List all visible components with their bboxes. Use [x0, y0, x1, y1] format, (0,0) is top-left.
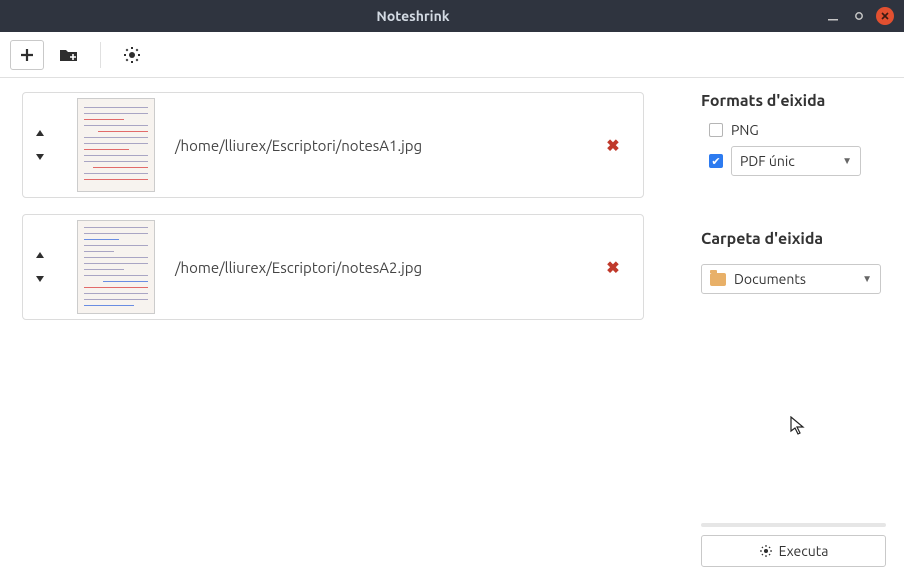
output-folder-dropdown[interactable]: Documents ▼: [701, 264, 881, 294]
formats-heading: Formats d'eixida: [701, 92, 886, 110]
chevron-down-icon: ▼: [842, 155, 852, 167]
pdf-checkbox[interactable]: ✔: [709, 154, 723, 168]
file-item: /home/lliurex/Escriptori/notesA1.jpg ✖: [22, 92, 644, 198]
chevron-down-icon: ▼: [862, 273, 872, 285]
file-path: /home/lliurex/Escriptori/notesA2.jpg: [175, 259, 581, 276]
settings-button[interactable]: [115, 40, 149, 70]
png-format-row: PNG: [709, 122, 886, 138]
minimize-button[interactable]: [824, 7, 842, 25]
output-folder-value: Documents: [734, 271, 862, 287]
pdf-dropdown-label: PDF únic: [740, 153, 842, 169]
file-thumbnail: [75, 217, 157, 317]
execute-label: Executa: [779, 543, 829, 559]
pdf-type-dropdown[interactable]: PDF únic ▼: [731, 146, 861, 176]
content-area: /home/lliurex/Escriptori/notesA1.jpg ✖ /…: [0, 78, 904, 581]
side-panel: Formats d'eixida PNG ✔ PDF únic ▼ Carpet…: [688, 78, 904, 581]
file-item: /home/lliurex/Escriptori/notesA2.jpg ✖: [22, 214, 644, 320]
png-checkbox[interactable]: [709, 123, 723, 137]
remove-file-button[interactable]: ✖: [599, 258, 627, 277]
titlebar: Noteshrink: [0, 0, 904, 32]
pdf-format-row: ✔ PDF únic ▼: [709, 146, 886, 176]
move-down-button[interactable]: [34, 150, 46, 162]
add-file-button[interactable]: [10, 40, 44, 70]
add-folder-button[interactable]: [52, 40, 86, 70]
remove-file-button[interactable]: ✖: [599, 136, 627, 155]
execute-button[interactable]: Executa: [701, 535, 886, 567]
reorder-arrows: [23, 128, 57, 162]
png-label: PNG: [731, 122, 759, 138]
reorder-arrows: [23, 250, 57, 284]
output-folder-heading: Carpeta d'eixida: [701, 230, 886, 248]
file-path: /home/lliurex/Escriptori/notesA1.jpg: [175, 137, 581, 154]
move-up-button[interactable]: [34, 128, 46, 140]
gear-icon: [759, 544, 773, 558]
scrollbar-track[interactable]: [701, 523, 886, 527]
folder-icon: [710, 273, 726, 286]
maximize-button[interactable]: [850, 7, 868, 25]
file-thumbnail: [75, 95, 157, 195]
window-title: Noteshrink: [10, 8, 816, 24]
move-up-button[interactable]: [34, 250, 46, 262]
toolbar-separator: [100, 42, 101, 68]
move-down-button[interactable]: [34, 272, 46, 284]
toolbar: [0, 32, 904, 78]
close-button[interactable]: [876, 7, 894, 25]
file-list: /home/lliurex/Escriptori/notesA1.jpg ✖ /…: [0, 78, 688, 581]
